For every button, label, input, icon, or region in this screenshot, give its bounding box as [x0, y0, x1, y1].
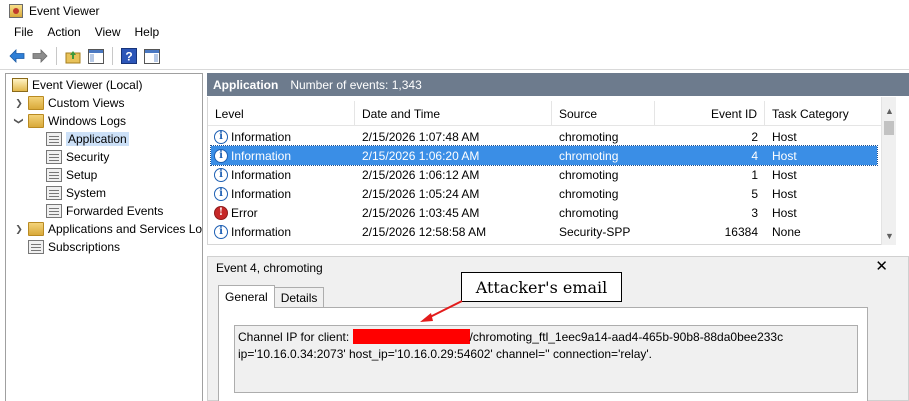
table-row[interactable]: i Information 2/15/2026 1:06:12 AM chromo…: [211, 165, 877, 184]
tree-item-application[interactable]: Application: [46, 130, 129, 148]
tab-general-content: Channel IP for client: /chromoting_ftl_1…: [218, 307, 868, 401]
annotation-callout: Attacker's email: [461, 272, 622, 302]
title-bar: Event Viewer: [0, 0, 909, 21]
column-date-time[interactable]: Date and Time: [355, 101, 552, 126]
column-level[interactable]: Level: [208, 101, 355, 126]
scrollbar-thumb[interactable]: [884, 121, 894, 135]
tree-item-system[interactable]: System: [46, 184, 106, 202]
detail-tabs: General Details: [218, 285, 325, 308]
event-count: Number of events: 1,343: [290, 77, 422, 92]
scroll-down-icon[interactable]: ▼: [882, 228, 897, 243]
information-icon: i: [214, 224, 228, 239]
pane-header: Application Number of events: 1,343: [207, 73, 909, 96]
scroll-up-icon[interactable]: ▲: [882, 103, 897, 118]
event-description[interactable]: Channel IP for client: /chromoting_ftl_1…: [234, 325, 858, 393]
back-icon[interactable]: [8, 47, 26, 65]
log-icon: [46, 168, 62, 182]
log-icon: [46, 204, 62, 218]
show-hide-action-pane-icon[interactable]: [143, 47, 161, 65]
tree-item-setup[interactable]: Setup: [46, 166, 97, 184]
tree-item-forwarded-events[interactable]: Forwarded Events: [46, 202, 163, 220]
show-hide-tree-icon[interactable]: [87, 47, 105, 65]
tab-details[interactable]: Details: [273, 287, 325, 308]
chevron-right-icon[interactable]: ❯: [14, 224, 24, 234]
information-icon: i: [214, 148, 228, 163]
tab-general[interactable]: General: [218, 285, 275, 308]
tree-item-event-viewer-local[interactable]: Event Viewer (Local): [12, 76, 143, 94]
information-icon: i: [214, 129, 228, 144]
tree-item-applications-and-services[interactable]: ❯ Applications and Services Lo: [14, 220, 202, 238]
folder-icon: [28, 222, 44, 236]
column-source[interactable]: Source: [552, 101, 655, 126]
table-row[interactable]: i Information 2/15/2026 12:58:58 AM Secur…: [211, 222, 877, 241]
toolbar: ?: [0, 43, 909, 70]
event-viewer-icon: [12, 78, 28, 92]
up-folder-icon[interactable]: [64, 47, 82, 65]
tree-item-security[interactable]: Security: [46, 148, 109, 166]
description-line2: ip='10.16.0.34:2073' host_ip='10.16.0.29…: [238, 347, 652, 361]
event-detail-title: Event 4, chromoting: [216, 261, 323, 275]
annotation-arrow-icon: [420, 300, 463, 322]
events-scrollbar[interactable]: ▲ ▼: [881, 97, 896, 245]
description-prefix: Channel IP for client:: [238, 330, 350, 344]
menu-bar: File Action View Help: [0, 22, 909, 41]
redaction-box: [352, 329, 470, 344]
folder-icon: [28, 96, 44, 110]
grid-header: Level Date and Time Source Event ID Task…: [208, 101, 895, 126]
chevron-down-icon[interactable]: ❯: [14, 116, 25, 126]
error-icon: !: [214, 205, 228, 220]
table-row[interactable]: i Information 2/15/2026 1:07:48 AM chromo…: [211, 127, 877, 146]
information-icon: i: [214, 186, 228, 201]
tree-item-windows-logs[interactable]: ❯ Windows Logs: [14, 112, 126, 130]
menu-file[interactable]: File: [0, 25, 40, 39]
log-name: Application: [213, 77, 279, 92]
results-pane: Application Number of events: 1,343 Leve…: [207, 73, 909, 401]
log-icon: [46, 150, 62, 164]
log-icon: [46, 186, 62, 200]
menu-view[interactable]: View: [88, 25, 128, 39]
log-icon: [46, 132, 62, 146]
log-icon: [28, 240, 44, 254]
column-task-category[interactable]: Task Category: [765, 101, 885, 126]
column-event-id[interactable]: Event ID: [655, 101, 765, 126]
table-row-selected[interactable]: i Information 2/15/2026 1:06:20 AM chromo…: [210, 145, 878, 166]
events-grid: Level Date and Time Source Event ID Task…: [207, 97, 896, 245]
folder-icon: [28, 114, 44, 128]
svg-text:?: ?: [125, 50, 132, 64]
event-viewer-icon: [9, 3, 23, 18]
description-suffix: /chromoting_ftl_1eec9a14-aad4-465b-90b8-…: [469, 330, 784, 344]
table-row[interactable]: i Information 2/15/2026 1:05:24 AM chromo…: [211, 184, 877, 203]
table-row[interactable]: ! Error 2/15/2026 1:03:45 AM chromoting 3…: [211, 203, 877, 222]
toolbar-separator: [56, 47, 57, 65]
console-tree: Event Viewer (Local) ❯ Custom Views ❯ Wi…: [5, 73, 203, 401]
chevron-right-icon[interactable]: ❯: [14, 98, 24, 108]
forward-icon[interactable]: [31, 47, 49, 65]
window-title: Event Viewer: [29, 3, 100, 18]
menu-action[interactable]: Action: [40, 25, 87, 39]
tree-item-custom-views[interactable]: ❯ Custom Views: [14, 94, 124, 112]
menu-help[interactable]: Help: [128, 25, 167, 39]
close-icon[interactable]: ✕: [875, 257, 888, 275]
information-icon: i: [214, 167, 228, 182]
tree-item-subscriptions[interactable]: Subscriptions: [28, 238, 120, 256]
toolbar-separator: [112, 47, 113, 65]
help-icon[interactable]: ?: [120, 47, 138, 65]
